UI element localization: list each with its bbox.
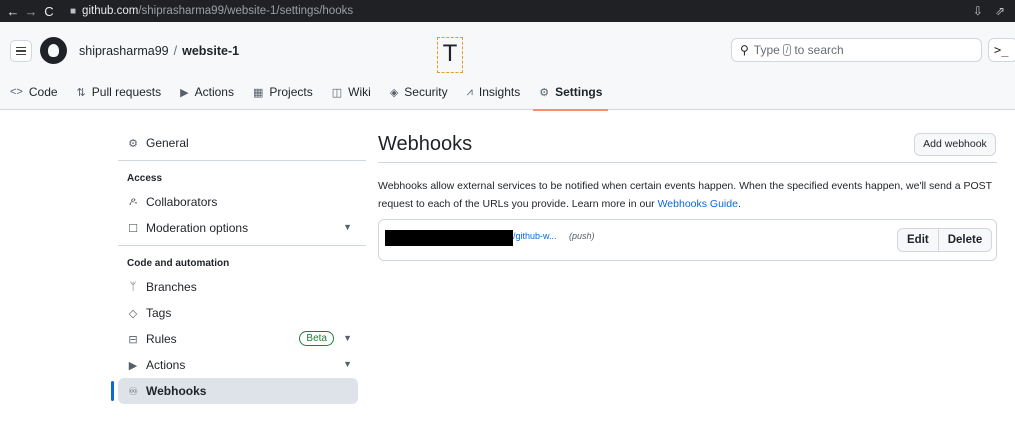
sidebar-item-label: Webhooks xyxy=(146,384,207,398)
pull-request-icon: ⇅ xyxy=(76,86,86,99)
webhook-actions: Edit Delete xyxy=(897,228,993,252)
breadcrumb-separator: / xyxy=(173,44,178,58)
tab-projects[interactable]: ▦ Projects xyxy=(253,82,313,102)
sidebar-divider xyxy=(118,160,366,161)
repo-header: shiprasharma99 / website-1 T ⚲ Type / to s… xyxy=(0,22,1015,111)
url-host: github.com xyxy=(82,5,139,17)
book-icon: ◫ xyxy=(331,86,343,99)
tab-insights[interactable]: ⩘ Insights xyxy=(467,82,521,102)
play-icon: ▶ xyxy=(128,359,138,372)
webhooks-description: Webhooks allow external services to be n… xyxy=(378,177,998,213)
chevron-down-icon[interactable]: ▼ xyxy=(343,359,352,369)
graph-icon: ⩘ xyxy=(466,85,473,98)
tab-label: Wiki xyxy=(348,85,371,99)
settings-sidebar: ⚙ General Access ዶ Collaborators ☐ Moderati… xyxy=(111,130,366,404)
sidebar-item-label: Actions xyxy=(146,358,186,372)
tab-label: Security xyxy=(404,85,448,99)
tab-label: Projects xyxy=(269,85,313,99)
gear-icon: ⚙ xyxy=(128,137,138,150)
tab-label: Insights xyxy=(478,85,521,99)
people-icon: ዶ xyxy=(128,195,138,208)
search-suffix: to search xyxy=(794,43,844,57)
sidebar-item-collaborators[interactable]: ዶ Collaborators xyxy=(118,189,366,215)
tab-settings[interactable]: ⚙ Settings xyxy=(533,82,609,111)
sidebar-item-actions[interactable]: ▶ Actions ▼ xyxy=(118,352,366,378)
branch-icon: ᛘ xyxy=(129,281,137,293)
redacted-url xyxy=(385,230,513,246)
tag-icon: ◇ xyxy=(128,307,138,320)
repo-breadcrumb: shiprasharma99 / website-1 xyxy=(79,44,239,58)
reload-icon[interactable]: C xyxy=(40,0,58,22)
sidebar-item-branches[interactable]: ᛘ Branches xyxy=(118,274,366,300)
webhook-icon: ♾ xyxy=(128,385,138,398)
code-icon: <> xyxy=(10,86,23,98)
sidebar-item-moderation[interactable]: ☐ Moderation options ▼ xyxy=(118,215,366,241)
tab-label: Settings xyxy=(555,85,603,99)
sidebar-item-general[interactable]: ⚙ General xyxy=(118,130,366,156)
github-logo-icon[interactable] xyxy=(40,37,67,64)
back-arrow-icon[interactable]: ← xyxy=(4,0,22,22)
search-icon: ⚲ xyxy=(740,43,749,57)
table-icon: ▦ xyxy=(252,86,264,99)
sidebar-heading-access: Access xyxy=(127,173,163,184)
sidebar-item-rules[interactable]: ⊟ Rules Beta ▼ xyxy=(118,326,366,352)
search-input[interactable]: ⚲ Type / to search xyxy=(731,38,982,62)
repo-owner-link[interactable]: shiprasharma99 xyxy=(79,44,169,58)
delete-button[interactable]: Delete xyxy=(939,229,992,251)
webhook-event: (push) xyxy=(569,231,595,241)
forward-arrow-icon[interactable]: → xyxy=(22,0,40,22)
tab-actions[interactable]: ▶ Actions xyxy=(180,82,234,102)
shield-icon: ◈ xyxy=(389,86,399,99)
tab-pull-requests[interactable]: ⇅ Pull requests xyxy=(77,82,162,102)
url-path: /shiprasharma99/website-1/settings/hooks xyxy=(138,5,354,17)
install-icon[interactable]: ⇩ xyxy=(973,4,983,18)
address-bar[interactable]: github.com/shiprasharma99/website-1/sett… xyxy=(82,5,353,17)
sidebar-item-tags[interactable]: ◇ Tags xyxy=(118,300,366,326)
webhooks-guide-link[interactable]: Webhooks Guide xyxy=(658,198,738,210)
page-title: Webhooks xyxy=(378,133,473,155)
sidebar-item-webhooks[interactable]: ♾ Webhooks xyxy=(111,378,358,404)
beta-badge: Beta xyxy=(299,331,334,346)
sidebar-item-label: Rules xyxy=(146,332,177,346)
play-icon: ▶ xyxy=(180,86,189,99)
tab-label: Actions xyxy=(194,85,234,99)
tab-label: Pull requests xyxy=(91,85,162,99)
sidebar-item-label: Branches xyxy=(146,280,197,294)
sidebar-item-label: Tags xyxy=(146,306,172,320)
title-divider xyxy=(378,162,997,163)
slash-key-hint: / xyxy=(782,44,792,56)
command-palette-button[interactable]: >_ xyxy=(988,38,1015,62)
chevron-down-icon[interactable]: ▼ xyxy=(343,222,352,232)
sidebar-item-label: General xyxy=(146,136,189,150)
sidebar-divider xyxy=(118,245,366,246)
chevron-down-icon[interactable]: ▼ xyxy=(343,333,352,343)
sidebar-heading-automation: Code and automation xyxy=(127,258,230,269)
lock-icon: ■ xyxy=(70,5,77,17)
share-icon[interactable]: ⇗ xyxy=(995,4,1005,18)
tab-wiki[interactable]: ◫ Wiki xyxy=(332,82,371,102)
sidebar-item-label: Collaborators xyxy=(146,195,218,209)
webhook-url-link[interactable]: /github-w... xyxy=(513,231,557,241)
text-cursor-marker: T xyxy=(437,37,463,73)
rules-icon: ⊟ xyxy=(128,333,138,346)
tab-security[interactable]: ◈ Security xyxy=(390,82,448,102)
webhook-row: /github-w... (push) Edit Delete xyxy=(378,219,997,261)
tab-label: Code xyxy=(28,85,58,99)
repo-name-link[interactable]: website-1 xyxy=(182,44,239,58)
browser-toolbar: ← → C ■ github.com/shiprasharma99/websit… xyxy=(0,0,1015,22)
repo-nav-tabs: <> Code ⇅ Pull requests ▶ Actions ▦ Projects… xyxy=(0,82,621,111)
comment-icon: ☐ xyxy=(128,222,138,235)
search-prefix: Type xyxy=(753,43,780,57)
description-end: . xyxy=(737,198,741,210)
gear-icon: ⚙ xyxy=(539,86,550,99)
edit-button[interactable]: Edit xyxy=(898,229,939,251)
add-webhook-button[interactable]: Add webhook xyxy=(914,133,996,156)
sidebar-item-label: Moderation options xyxy=(146,221,249,235)
menu-icon[interactable] xyxy=(10,40,32,62)
tab-code[interactable]: <> Code xyxy=(10,82,58,102)
